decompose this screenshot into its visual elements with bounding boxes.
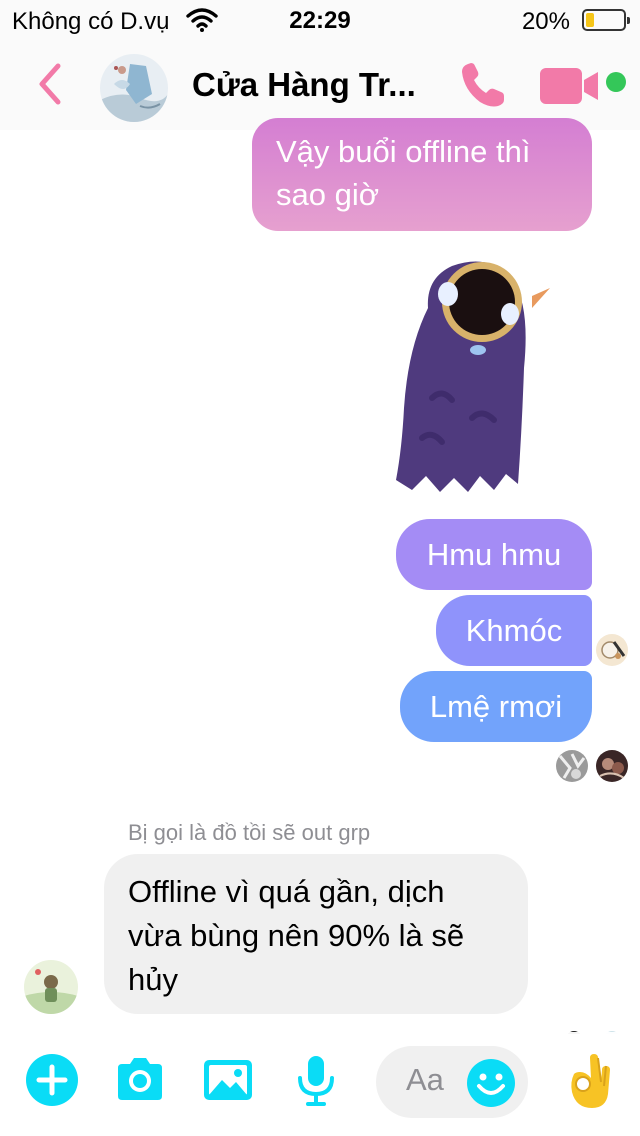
battery-level [586, 13, 594, 27]
message-bubble-outgoing[interactable]: Lmệ rmơi [400, 671, 592, 742]
read-receipt-avatar [556, 750, 588, 782]
chat-title[interactable]: Cửa Hàng Tr... [192, 66, 416, 104]
microphone-icon [298, 1056, 334, 1106]
video-camera-icon [540, 68, 598, 104]
emoji-button[interactable] [466, 1058, 516, 1108]
phone-icon [462, 63, 504, 107]
message-bubble-outgoing[interactable]: Vậy buổi offline thì sao giờ [252, 118, 592, 231]
chevron-left-icon [39, 63, 61, 105]
message-bubble-incoming[interactable]: Offline vì quá gần, dịch vừa bùng nên 90… [104, 854, 528, 1014]
message-composer: Aa [0, 1032, 640, 1136]
message-bubble-outgoing[interactable]: Khmóc [436, 595, 592, 666]
message-line: sao giờ [276, 177, 380, 212]
back-button[interactable] [30, 56, 70, 112]
chat-header: Cửa Hàng Tr... [0, 40, 640, 130]
online-status-dot [606, 72, 626, 92]
smiley-icon [467, 1059, 515, 1107]
ok-hand-icon [571, 1054, 610, 1108]
camera-button[interactable] [112, 1052, 168, 1108]
message-input-placeholder: Aa [406, 1062, 444, 1097]
message-line: Vậy buổi offline thì [276, 134, 531, 169]
sender-avatar[interactable] [24, 960, 78, 1014]
battery-percentage: 20% [521, 8, 570, 35]
status-bar: Không có D.vụ 22:29 20% [0, 0, 640, 40]
read-receipt-avatar [596, 750, 628, 782]
camera-icon [118, 1058, 162, 1100]
video-call-button[interactable] [540, 66, 602, 106]
image-icon [204, 1060, 252, 1100]
quick-reaction-button[interactable] [560, 1050, 616, 1112]
battery-icon [582, 9, 630, 31]
plus-icon [26, 1054, 78, 1106]
gallery-button[interactable] [200, 1052, 256, 1108]
message-bubble-outgoing[interactable]: Hmu hmu [396, 519, 592, 590]
message-line: vừa bùng nên 90% là sẽ [128, 918, 465, 953]
group-avatar[interactable] [100, 54, 168, 122]
sender-name-label: Bị gọi là đồ tồi sẽ out grp [128, 820, 371, 845]
message-line: Offline vì quá gần, dịch [128, 874, 445, 909]
read-receipt-avatar [596, 634, 628, 666]
microphone-button[interactable] [288, 1052, 344, 1108]
voice-call-button[interactable] [456, 58, 510, 112]
purple-bird-sticker[interactable] [382, 248, 552, 498]
message-line: hủy [128, 962, 178, 997]
plus-button[interactable] [24, 1052, 80, 1108]
